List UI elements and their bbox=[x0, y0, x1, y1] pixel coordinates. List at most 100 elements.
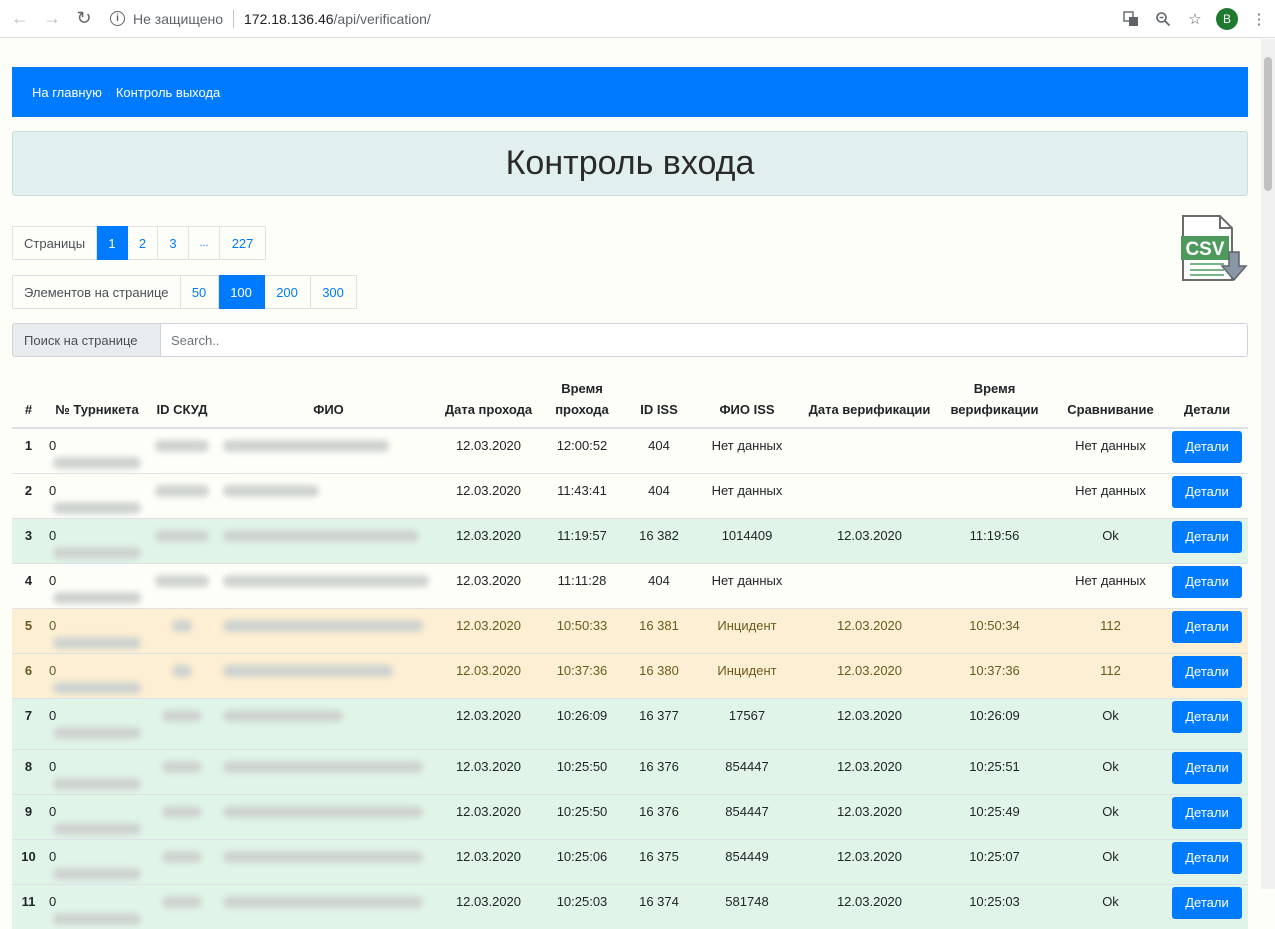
nav-home-link[interactable]: На главную bbox=[32, 85, 102, 100]
iss-fio: 854449 bbox=[689, 840, 805, 885]
details-button[interactable]: Детали bbox=[1172, 476, 1242, 508]
csv-download-icon[interactable]: CSV bbox=[1180, 214, 1248, 286]
forward-arrow-icon[interactable]: → bbox=[40, 7, 64, 31]
address-bar[interactable]: i Не защищено 172.18.136.46/api/verifica… bbox=[110, 4, 431, 34]
back-arrow-icon[interactable]: ← bbox=[8, 7, 32, 31]
column-header[interactable]: № Турникета bbox=[45, 372, 149, 428]
skud-id-cell bbox=[149, 519, 215, 564]
details-button[interactable]: Детали bbox=[1172, 521, 1242, 553]
reload-icon[interactable]: ↻ bbox=[72, 7, 96, 31]
details-button[interactable]: Детали bbox=[1172, 797, 1242, 829]
column-header[interactable]: Дата верификации bbox=[805, 372, 934, 428]
details-cell: Детали bbox=[1166, 795, 1248, 840]
column-header[interactable]: ID СКУД bbox=[149, 372, 215, 428]
info-icon[interactable]: i bbox=[110, 11, 125, 26]
turnstile-number: 0 bbox=[49, 483, 56, 498]
skud-id-cell bbox=[149, 474, 215, 519]
details-button[interactable]: Детали bbox=[1172, 611, 1242, 643]
table-row: 6012.03.202010:37:3616 380Инцидент12.03.… bbox=[12, 654, 1248, 699]
details-cell: Детали bbox=[1166, 885, 1248, 929]
column-header[interactable]: Время прохода bbox=[535, 372, 629, 428]
details-button[interactable]: Детали bbox=[1172, 887, 1242, 919]
details-button[interactable]: Детали bbox=[1172, 566, 1242, 598]
table-row: 5012.03.202010:50:3316 381Инцидент12.03.… bbox=[12, 609, 1248, 654]
redacted-value bbox=[53, 592, 141, 604]
page-link-1[interactable]: 1 bbox=[97, 226, 128, 260]
bookmark-star-icon[interactable]: ☆ bbox=[1179, 0, 1211, 38]
turnstile-number: 0 bbox=[49, 804, 56, 819]
menu-kebab-icon[interactable]: ⋮ bbox=[1243, 0, 1275, 38]
iss-id: 16 377 bbox=[629, 699, 689, 750]
comparison-status: Ok bbox=[1055, 519, 1166, 564]
details-cell: Детали bbox=[1166, 519, 1248, 564]
redacted-value bbox=[162, 896, 202, 908]
page-scrollbar[interactable] bbox=[1261, 39, 1275, 889]
zoom-icon[interactable] bbox=[1147, 0, 1179, 38]
profile-avatar[interactable]: B bbox=[1211, 0, 1243, 38]
redacted-value bbox=[53, 778, 141, 790]
verification-time: 10:37:36 bbox=[934, 654, 1055, 699]
turnstile-number: 0 bbox=[49, 894, 56, 909]
column-header[interactable]: ID ISS bbox=[629, 372, 689, 428]
details-button[interactable]: Детали bbox=[1172, 701, 1242, 733]
details-button[interactable]: Детали bbox=[1172, 752, 1242, 784]
pass-time: 11:19:57 bbox=[535, 519, 629, 564]
column-header[interactable]: ФИО bbox=[215, 372, 442, 428]
page-ellipsis[interactable]: ... bbox=[189, 226, 220, 260]
column-header[interactable]: Дата прохода bbox=[442, 372, 535, 428]
redacted-value bbox=[172, 665, 192, 677]
scrollbar-thumb[interactable] bbox=[1264, 57, 1272, 191]
redacted-value bbox=[162, 761, 202, 773]
per-page-50[interactable]: 50 bbox=[181, 275, 219, 309]
details-button[interactable]: Детали bbox=[1172, 842, 1242, 874]
pass-time: 11:43:41 bbox=[535, 474, 629, 519]
pass-time: 10:25:50 bbox=[535, 795, 629, 840]
details-button[interactable]: Детали bbox=[1172, 656, 1242, 688]
redacted-value bbox=[223, 485, 319, 497]
details-button[interactable]: Детали bbox=[1172, 431, 1242, 463]
verification-date bbox=[805, 474, 934, 519]
per-page-200[interactable]: 200 bbox=[265, 275, 311, 309]
page-link-3[interactable]: 3 bbox=[158, 226, 189, 260]
turnstile-number: 0 bbox=[49, 528, 56, 543]
fio-cell bbox=[215, 519, 442, 564]
redacted-value bbox=[53, 502, 141, 514]
skud-id-cell bbox=[149, 840, 215, 885]
verification-date: 12.03.2020 bbox=[805, 609, 934, 654]
pass-time: 10:25:50 bbox=[535, 750, 629, 795]
verification-date: 12.03.2020 bbox=[805, 699, 934, 750]
turnstile-cell: 0 bbox=[45, 654, 149, 699]
pass-date: 12.03.2020 bbox=[442, 795, 535, 840]
page-link-2[interactable]: 2 bbox=[128, 226, 158, 260]
redacted-value bbox=[223, 806, 423, 818]
pass-date: 12.03.2020 bbox=[442, 699, 535, 750]
translate-icon[interactable] bbox=[1115, 0, 1147, 38]
details-cell: Детали bbox=[1166, 564, 1248, 609]
redacted-value bbox=[53, 682, 141, 694]
table-body: 1012.03.202012:00:52404Нет данныхНет дан… bbox=[12, 428, 1248, 929]
skud-id-cell bbox=[149, 564, 215, 609]
column-header[interactable]: Сравнивание bbox=[1055, 372, 1166, 428]
per-page-300[interactable]: 300 bbox=[311, 275, 357, 309]
column-header[interactable]: ФИО ISS bbox=[689, 372, 805, 428]
nav-exit-control-link[interactable]: Контроль выхода bbox=[116, 85, 220, 100]
skud-id-cell bbox=[149, 750, 215, 795]
page-link-last[interactable]: 227 bbox=[220, 226, 266, 260]
column-header[interactable]: # bbox=[12, 372, 45, 428]
comparison-status: Нет данных bbox=[1055, 474, 1166, 519]
redacted-value bbox=[53, 637, 141, 649]
pass-date: 12.03.2020 bbox=[442, 654, 535, 699]
turnstile-number: 0 bbox=[49, 708, 56, 723]
redacted-value bbox=[223, 530, 419, 542]
search-group: Поиск на странице bbox=[12, 323, 1248, 357]
iss-id: 404 bbox=[629, 564, 689, 609]
turnstile-cell: 0 bbox=[45, 795, 149, 840]
pass-date: 12.03.2020 bbox=[442, 519, 535, 564]
turnstile-cell: 0 bbox=[45, 699, 149, 750]
details-cell: Детали bbox=[1166, 699, 1248, 750]
column-header[interactable]: Время верификации bbox=[934, 372, 1055, 428]
column-header[interactable]: Детали bbox=[1166, 372, 1248, 428]
per-page-100[interactable]: 100 bbox=[219, 275, 265, 309]
verification-time: 11:19:56 bbox=[934, 519, 1055, 564]
search-input[interactable] bbox=[161, 323, 1248, 357]
